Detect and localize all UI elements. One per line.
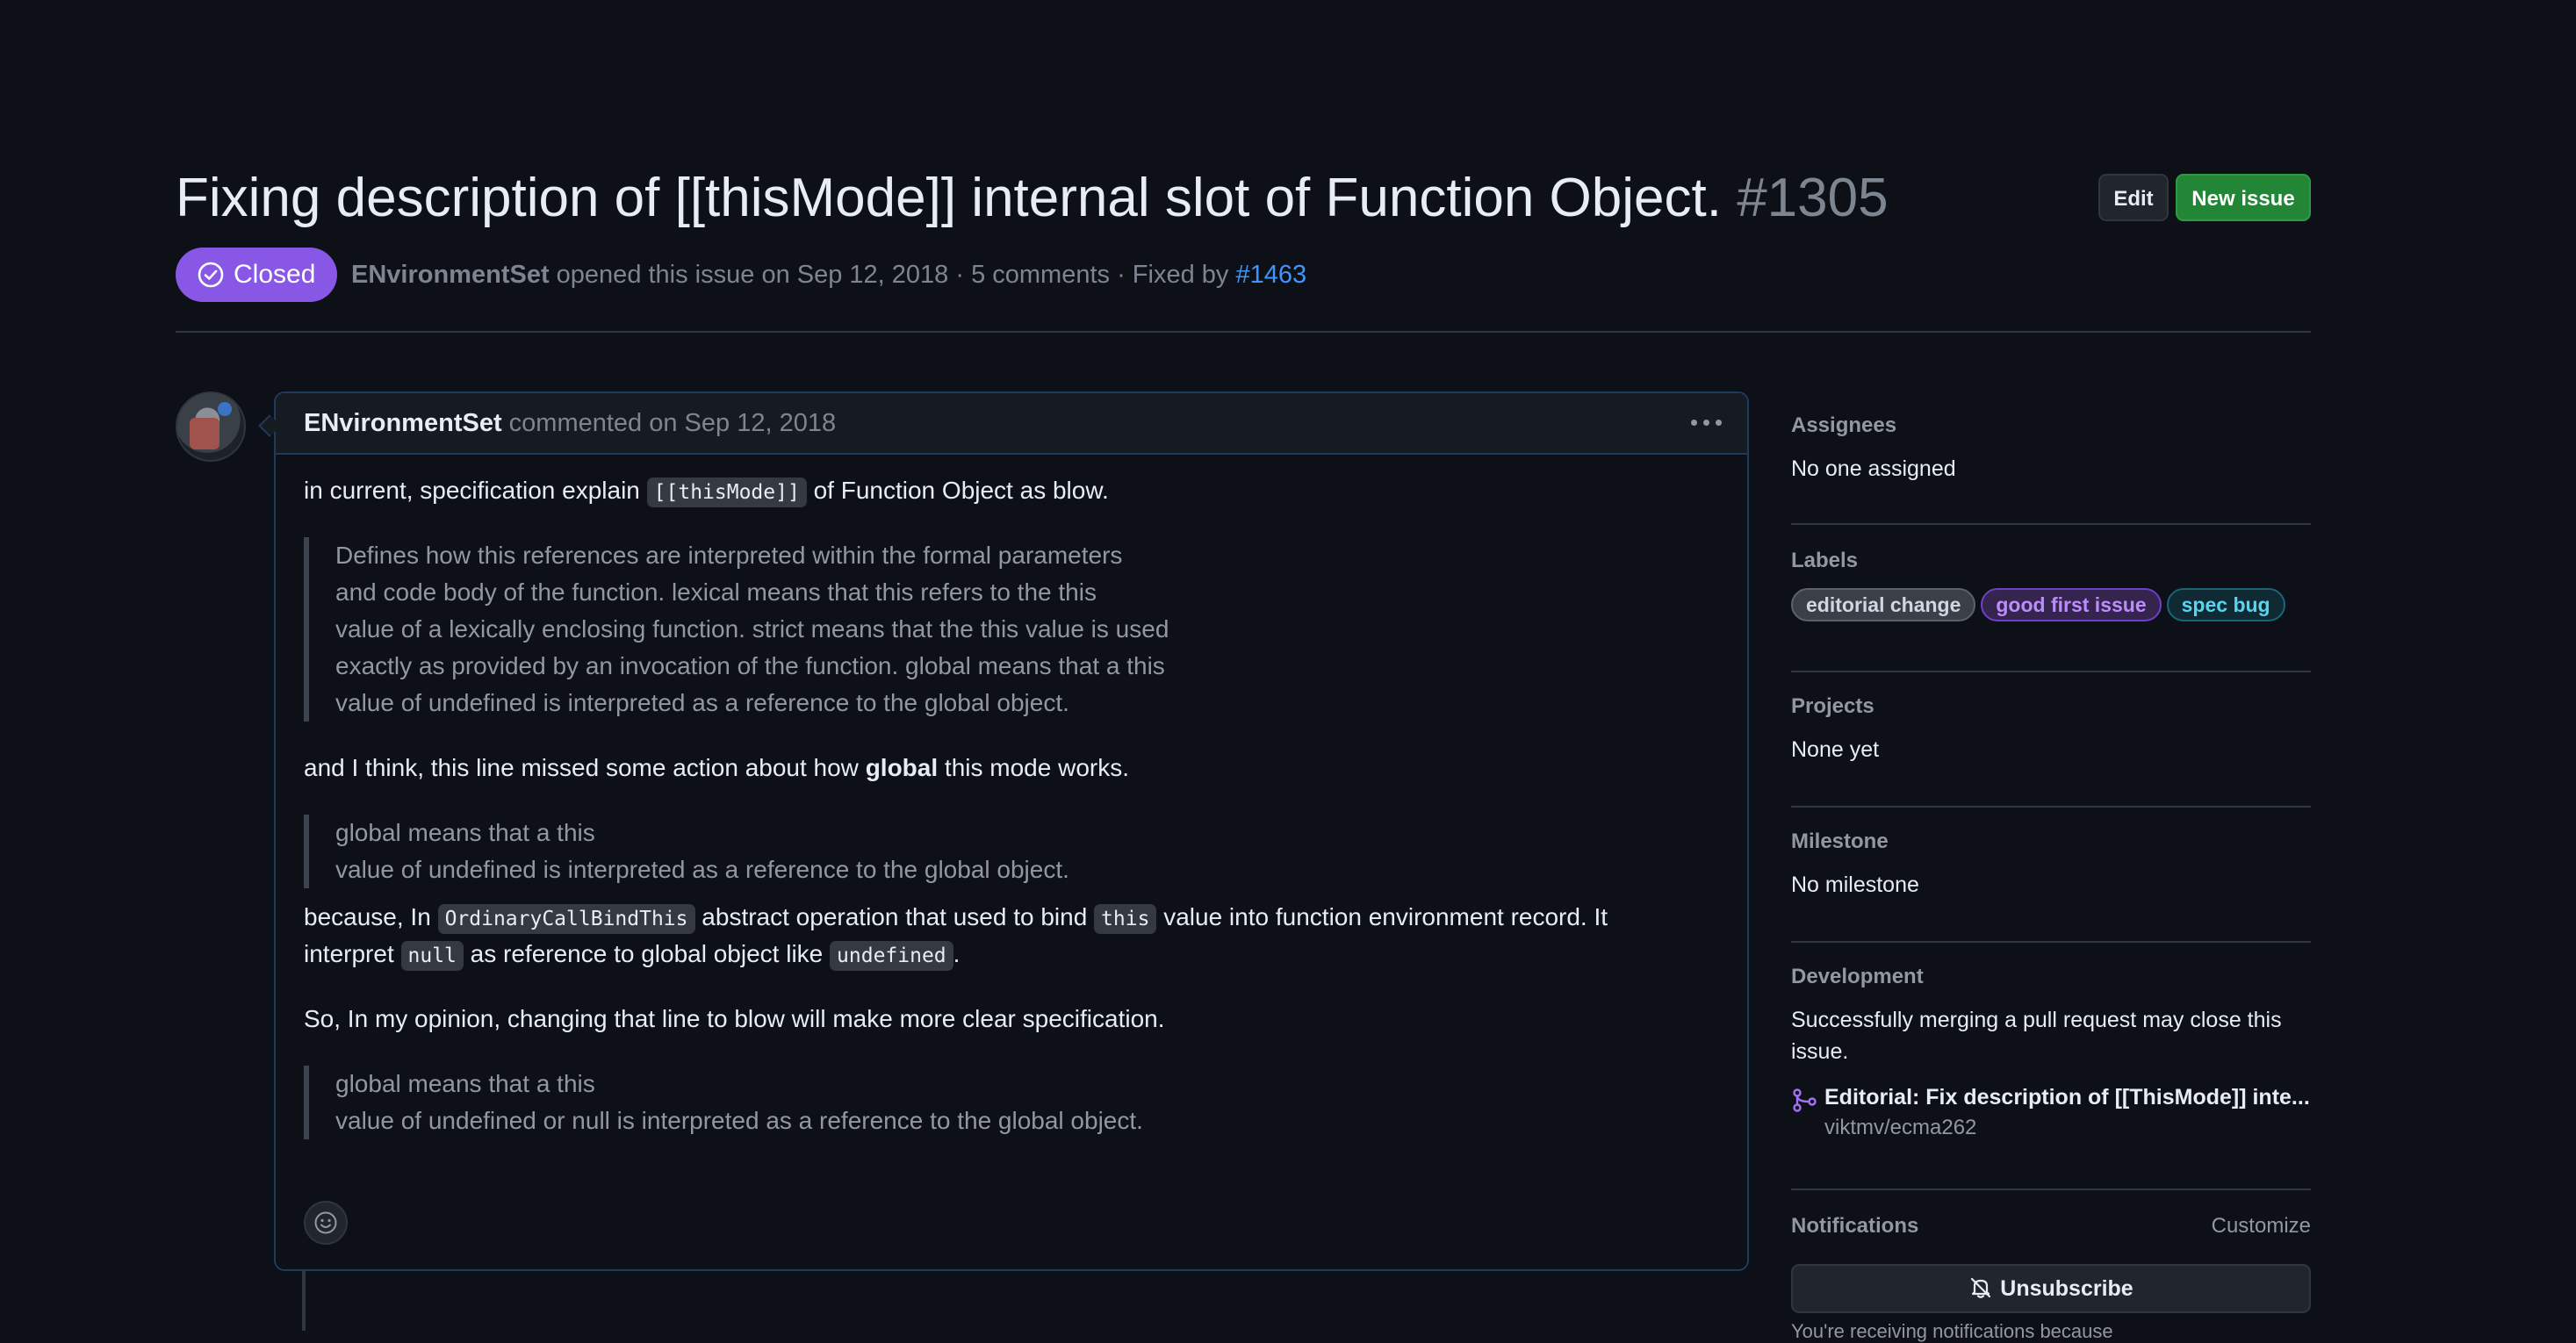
state-label: Closed <box>234 260 316 289</box>
paragraph-1: in current, specification explain [[this… <box>304 472 1109 511</box>
fixed-by-link[interactable]: #1463 <box>1235 261 1306 289</box>
inline-code: undefined <box>830 941 953 971</box>
label-good-first-issue[interactable]: good first issue <box>1981 588 2162 621</box>
unsubscribe-label: Unsubscribe <box>2000 1276 2133 1301</box>
customize-link[interactable]: Customize <box>2212 1213 2311 1239</box>
sidebar-divider <box>1791 523 2311 525</box>
bell-slash-icon <box>1971 1277 1991 1298</box>
sidebar-divider <box>1791 1189 2311 1190</box>
sidebar-divider <box>1791 941 2311 943</box>
comment-header: ENvironmentSet commented on Sep 12, 2018 <box>276 393 1747 455</box>
timeline-line <box>302 1269 306 1331</box>
issue-opened-text: opened this issue on Sep 12, 2018 · 5 co… <box>556 261 1229 289</box>
unsubscribe-button[interactable]: Unsubscribe <box>1791 1264 2311 1313</box>
paragraph-4: So, In my opinion, changing that line to… <box>304 1005 1165 1032</box>
linked-pull-request[interactable]: Editorial: Fix description of [[ThisMode… <box>1791 1083 2311 1145</box>
issue-header: Fixing description of [[thisMode]] inter… <box>176 163 2311 233</box>
subscription-note: You're receiving notifications because <box>1791 1320 2113 1342</box>
sidebar-notifications: Notifications Customize <box>1791 1213 2311 1239</box>
blockquote-1: Defines how this references are interpre… <box>304 537 1169 722</box>
add-reaction-button[interactable] <box>304 1201 348 1245</box>
inline-code: [[thisMode]] <box>646 478 807 507</box>
comment-author-link[interactable]: ENvironmentSet <box>304 409 502 437</box>
header-divider <box>176 331 2311 333</box>
assignees-heading[interactable]: Assignees <box>1791 413 2311 439</box>
label-spec-bug[interactable]: spec bug <box>2166 588 2285 621</box>
blockquote-2: global means that a this value of undefi… <box>304 815 1069 888</box>
inline-code: OrdinaryCallBindThis <box>437 904 695 934</box>
pr-repo: viktmv/ecma262 <box>1824 1116 1977 1139</box>
milestone-value: No milestone <box>1791 873 1919 897</box>
check-circle-icon <box>198 262 224 288</box>
issue-title-text: Fixing description of [[thisMode]] inter… <box>176 168 1722 228</box>
paragraph-3-line-2: interpret null as reference to global ob… <box>304 936 960 974</box>
assignees-value: No one assigned <box>1791 456 1956 481</box>
paragraph-3-line-1: because, In OrdinaryCallBindThis abstrac… <box>304 899 1608 937</box>
sidebar-development: Development Successfully merging a pull … <box>1791 964 2311 1145</box>
git-pull-request-icon <box>1793 1088 1817 1112</box>
avatar[interactable] <box>176 391 246 462</box>
edit-button[interactable]: Edit <box>2098 174 2169 221</box>
development-note-line-2: issue. <box>1791 1039 1849 1064</box>
sidebar-divider <box>1791 671 2311 672</box>
development-note-line-1: Successfully merging a pull request may … <box>1791 1008 2282 1032</box>
issue-meta-text: ENvironmentSet opened this issue on Sep … <box>351 248 1306 302</box>
labels-heading[interactable]: Labels <box>1791 548 2311 574</box>
new-issue-button[interactable]: New issue <box>2176 174 2311 221</box>
pr-title-link[interactable]: Editorial: Fix description of [[ThisMode… <box>1824 1083 2310 1111</box>
smiley-icon <box>314 1211 337 1234</box>
inline-code: this <box>1094 904 1157 934</box>
issue-number: #1305 <box>1737 168 1889 228</box>
projects-value: None yet <box>1791 737 1880 762</box>
sidebar-projects: Projects None yet <box>1791 693 2311 765</box>
comment-box: ENvironmentSet commented on Sep 12, 2018… <box>274 391 1749 1271</box>
issue-title: Fixing description of [[thisMode]] inter… <box>176 163 1889 233</box>
projects-heading[interactable]: Projects <box>1791 693 2311 720</box>
kebab-horizontal-icon[interactable] <box>1691 416 1723 430</box>
sidebar-assignees: Assignees No one assigned <box>1791 413 2311 485</box>
issue-meta: Closed ENvironmentSet opened this issue … <box>176 248 2311 302</box>
blockquote-3: global means that a this value of undefi… <box>304 1066 1143 1139</box>
inline-code: null <box>400 941 464 971</box>
state-badge: Closed <box>176 248 337 302</box>
comment-header-text: ENvironmentSet commented on Sep 12, 2018 <box>304 393 836 453</box>
labels-list: editorial change good first issue spec bug <box>1791 588 2311 621</box>
comment-timestamp[interactable]: commented on Sep 12, 2018 <box>509 409 836 437</box>
sidebar-milestone: Milestone No milestone <box>1791 829 2311 901</box>
issue-author-link[interactable]: ENvironmentSet <box>351 261 550 289</box>
development-heading[interactable]: Development <box>1791 964 2311 990</box>
label-editorial-change[interactable]: editorial change <box>1791 588 1976 621</box>
sidebar-labels: Labels editorial change good first issue s… <box>1791 548 2311 621</box>
milestone-heading[interactable]: Milestone <box>1791 829 2311 855</box>
sidebar-divider <box>1791 806 2311 808</box>
paragraph-2: and I think, this line missed some actio… <box>304 754 1129 781</box>
